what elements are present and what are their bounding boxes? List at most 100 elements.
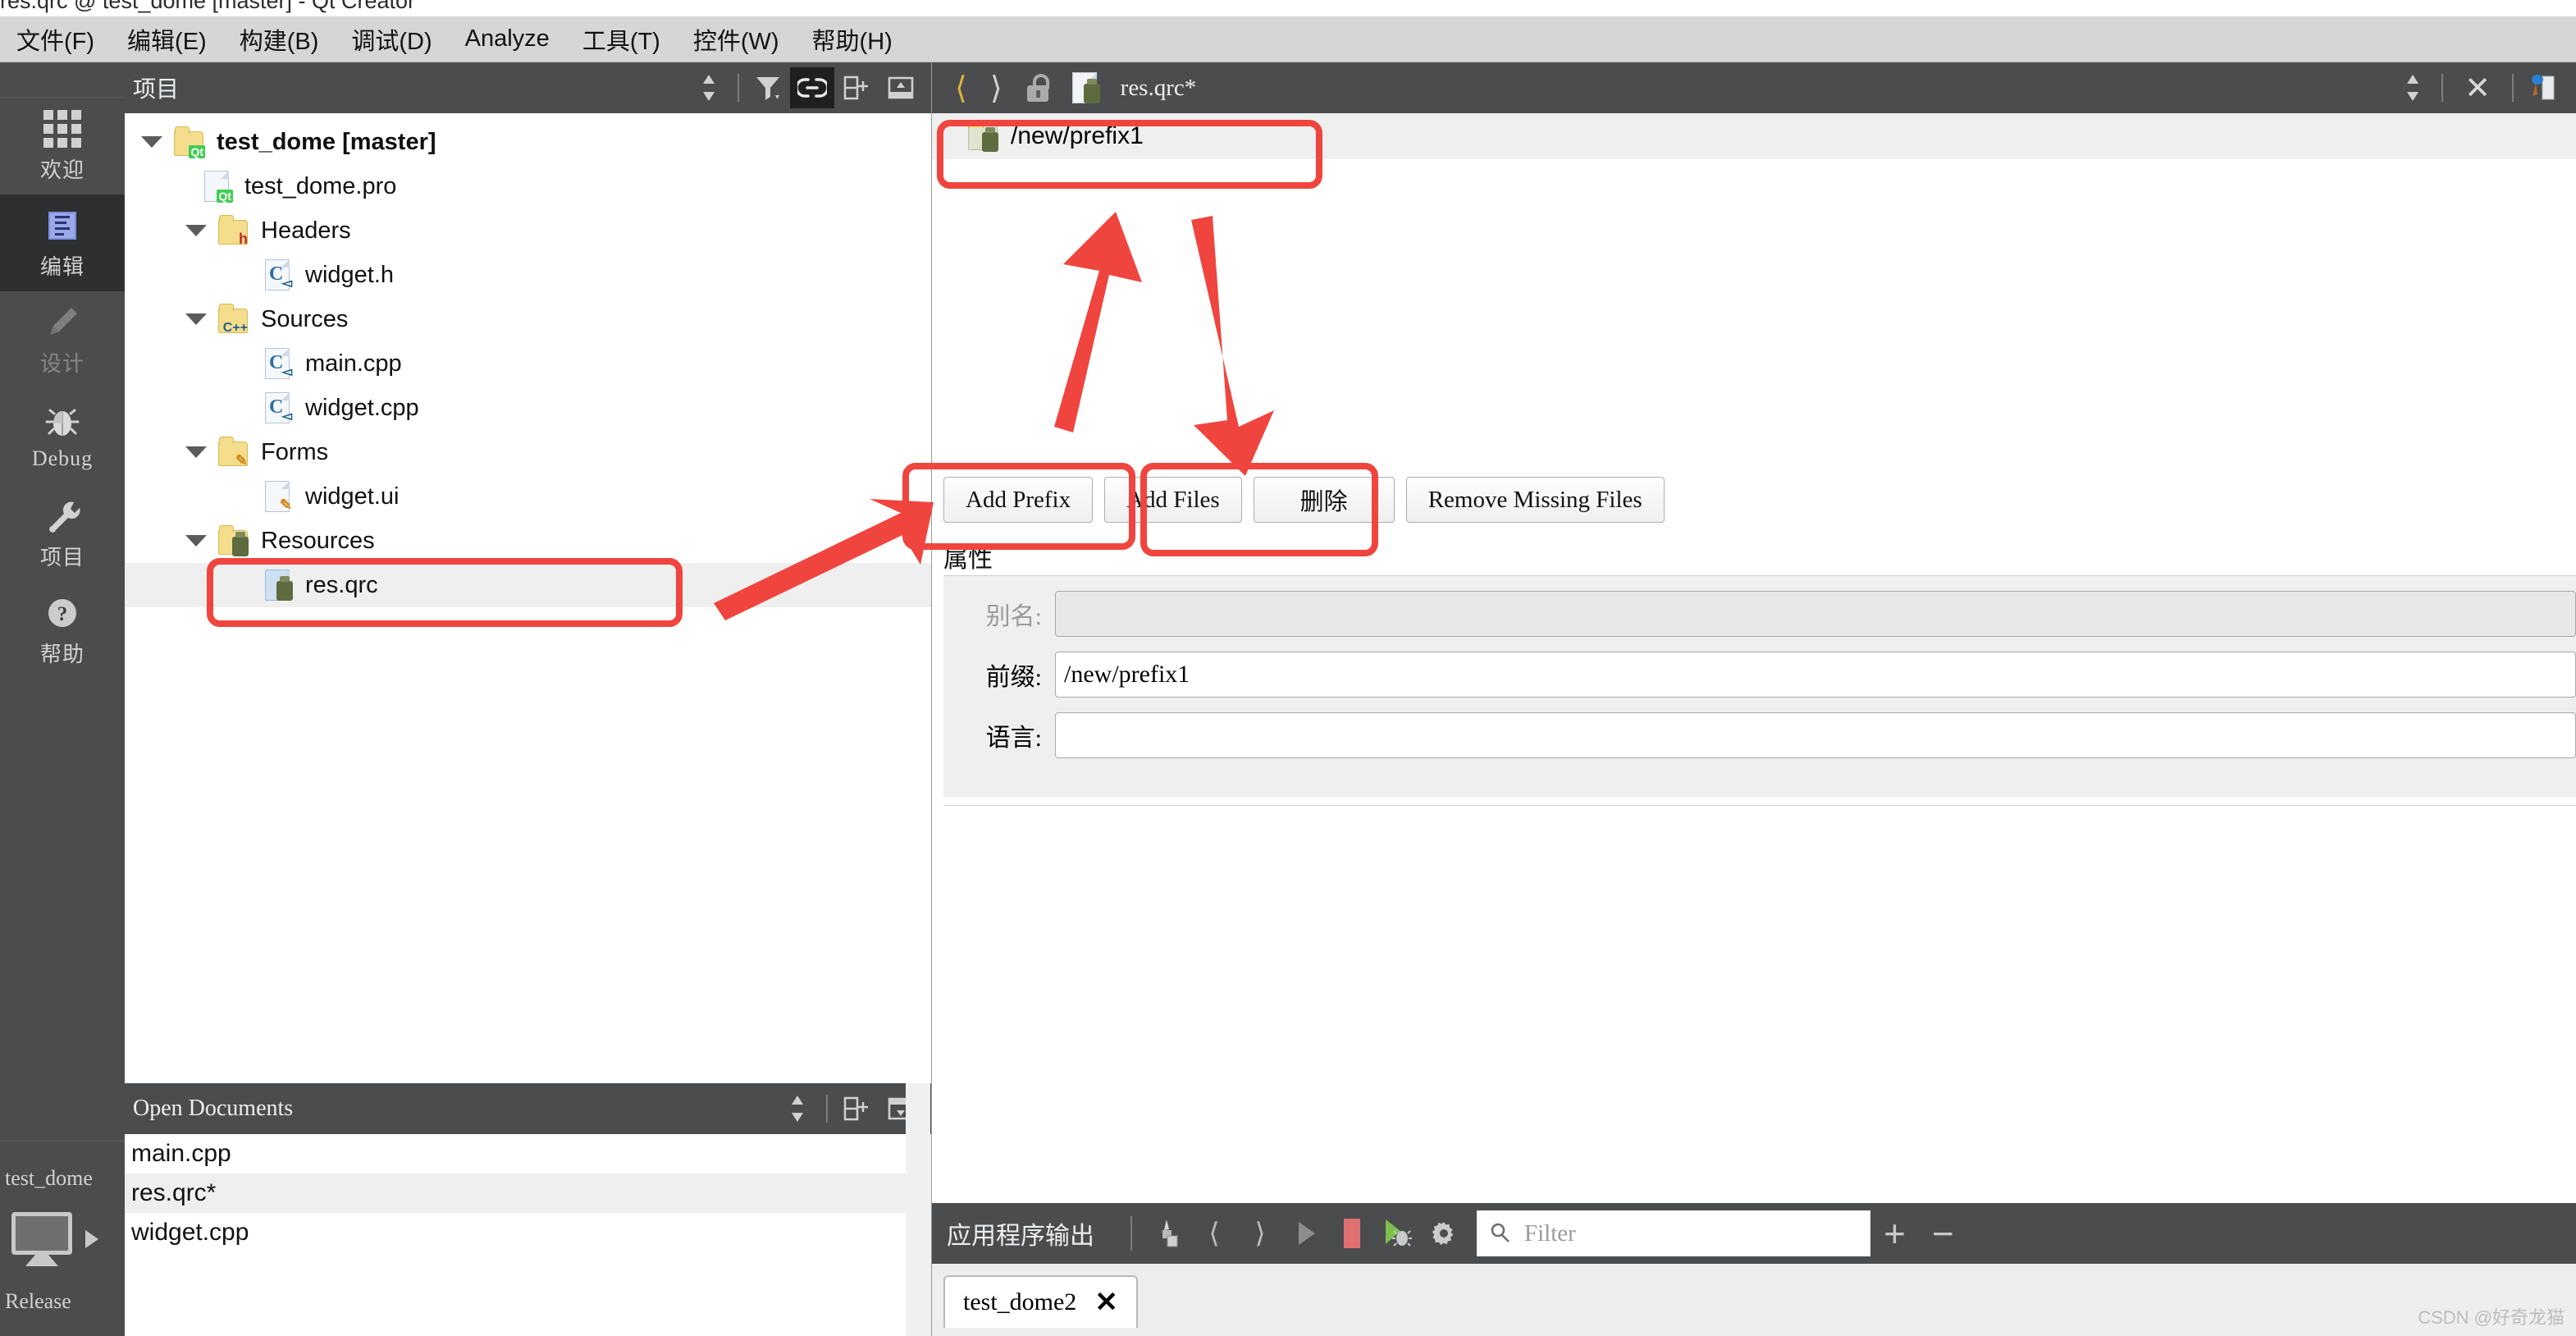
stop-icon[interactable] <box>1329 1210 1375 1256</box>
editor-filename[interactable]: res.qrc* <box>1121 75 1197 102</box>
delete-button[interactable]: 删除 <box>1253 477 1395 523</box>
zoom-in-button[interactable]: + <box>1870 1215 1919 1252</box>
project-panel-header: 项目 <box>125 62 931 113</box>
chevron-right-icon[interactable]: ⟩ <box>979 70 1014 107</box>
output-pane-title: 应用程序输出 <box>947 1223 1094 1250</box>
list-item[interactable]: main.cpp <box>125 1134 931 1174</box>
tree-item-label: test_dome [master] <box>217 128 436 155</box>
close-icon[interactable]: ✕ <box>1094 1286 1118 1319</box>
tree-row[interactable]: C ◅ widget.h <box>125 253 931 297</box>
prefix-input[interactable]: /new/prefix1 <box>1055 652 2576 698</box>
menu-edit[interactable]: 编辑(E) <box>111 22 223 57</box>
tree-row[interactable]: C ◅ main.cpp <box>125 341 931 386</box>
minimize-icon[interactable] <box>879 67 923 108</box>
cpp-file-icon: C ◅ <box>263 347 294 380</box>
split-icon[interactable] <box>834 67 879 108</box>
tree-row-res-qrc[interactable]: res.qrc <box>125 563 931 607</box>
tree-item-label: Headers <box>261 217 351 244</box>
debug-run-icon[interactable] <box>1375 1210 1421 1256</box>
question-icon: ? <box>43 593 82 633</box>
tree-row[interactable]: C ◅ widget.cpp <box>125 386 931 430</box>
editor-area: ⟨ ⟩ res.qrc* ✕ /new/prefix1 Add Prefix A… <box>932 62 2576 1203</box>
property-row-language: 语言: <box>943 712 2576 758</box>
clear-output-icon[interactable] <box>1145 1210 1191 1256</box>
chevron-left-icon[interactable]: ⟨ <box>943 70 979 107</box>
add-files-button[interactable]: Add Files <box>1104 477 1242 523</box>
tree-row[interactable]: Resources <box>125 519 931 563</box>
open-document-label: res.qrc* <box>131 1179 217 1206</box>
menu-file[interactable]: 文件(F) <box>0 22 111 57</box>
open-documents-list: main.cpp res.qrc* widget.cpp <box>125 1134 931 1336</box>
add-prefix-button[interactable]: Add Prefix <box>943 477 1094 523</box>
mode-label-help: 帮助 <box>39 642 84 666</box>
sort-updown-icon[interactable] <box>687 67 731 108</box>
tree-row[interactable]: Qt test_dome.pro <box>125 164 931 208</box>
language-input[interactable] <box>1055 712 2576 758</box>
tree-item-label: test_dome.pro <box>244 172 397 199</box>
kit-selector[interactable]: test_dome Release <box>0 1141 125 1336</box>
tree-item-label: widget.cpp <box>305 394 419 421</box>
next-item-icon[interactable]: ⟩ <box>1237 1210 1283 1256</box>
tree-item-label: Forms <box>261 438 329 465</box>
mode-item-welcome[interactable]: 欢迎 <box>0 98 125 194</box>
unlock-icon[interactable] <box>1026 74 1052 102</box>
tree-row[interactable]: ✎ widget.ui <box>125 474 931 519</box>
tree-item-label: main.cpp <box>305 350 402 377</box>
list-item[interactable]: widget.cpp <box>125 1213 931 1252</box>
tree-row[interactable]: ✎ Forms <box>125 430 931 474</box>
mode-item-help[interactable]: ? 帮助 <box>0 582 125 679</box>
chevron-down-icon[interactable] <box>185 535 207 547</box>
chevron-down-icon[interactable] <box>185 446 207 458</box>
c-file-icon: C ◅ <box>263 259 294 291</box>
open-document-label: main.cpp <box>131 1140 231 1167</box>
panel-scroll-spacer <box>906 1083 930 1336</box>
mode-item-projects[interactable]: 项目 <box>0 485 125 582</box>
prefix-label: 前缀: <box>985 664 1042 691</box>
menu-help[interactable]: 帮助(H) <box>796 22 909 57</box>
language-label: 语言: <box>985 725 1042 752</box>
mode-item-edit[interactable]: 编辑 <box>0 194 125 291</box>
list-item[interactable]: res.qrc* <box>125 1174 931 1213</box>
menu-debug[interactable]: 调试(D) <box>335 22 448 57</box>
play-arrow-icon[interactable] <box>85 1230 98 1248</box>
menu-tools[interactable]: 工具(T) <box>566 22 677 57</box>
project-tree: Qt test_dome [master] Qt test_dome.pro h… <box>125 113 931 607</box>
mode-item-design[interactable]: 设计 <box>0 291 125 388</box>
tree-row[interactable]: h Headers <box>125 208 931 253</box>
chevron-down-icon[interactable] <box>185 225 207 236</box>
menu-analyze[interactable]: Analyze <box>449 25 566 53</box>
filter-input[interactable]: Filter <box>1477 1210 1870 1256</box>
project-panel-title: 项目 <box>133 77 180 103</box>
open-documents-title: Open Documents <box>133 1096 294 1121</box>
zoom-out-button[interactable]: − <box>1919 1215 1967 1252</box>
resource-prefix-row[interactable]: /new/prefix1 <box>932 113 2576 159</box>
close-icon[interactable]: ✕ <box>2450 70 2505 107</box>
mode-label-welcome: 欢迎 <box>39 158 84 182</box>
output-tab-test-dome2[interactable]: test_dome2 ✕ <box>943 1275 1138 1328</box>
divider <box>826 1095 828 1123</box>
ui-folder-icon: ✎ <box>218 436 249 469</box>
menu-widgets[interactable]: 控件(W) <box>677 22 796 57</box>
link-icon[interactable] <box>790 67 834 108</box>
editor-toolbar: ⟨ ⟩ res.qrc* ✕ <box>932 62 2576 113</box>
tree-row[interactable]: C++ Sources <box>125 297 931 341</box>
editor-split-icon[interactable] <box>2520 67 2565 108</box>
sort-updown-icon[interactable] <box>775 1088 820 1129</box>
prev-item-icon[interactable]: ⟨ <box>1191 1210 1237 1256</box>
run-icon[interactable] <box>1283 1210 1329 1256</box>
window-titlebar: res.qrc @ test_dome [master] - Qt Creato… <box>0 0 2576 16</box>
mode-label-edit: 编辑 <box>39 254 84 279</box>
resource-prefix-label: /new/prefix1 <box>1011 122 1144 149</box>
settings-gear-icon[interactable] <box>1421 1210 1467 1256</box>
chevron-down-icon[interactable] <box>141 136 162 148</box>
alias-input[interactable] <box>1055 591 2576 637</box>
remove-missing-files-button[interactable]: Remove Missing Files <box>1405 477 1665 523</box>
tree-row[interactable]: Qt test_dome [master] <box>125 120 931 164</box>
mode-item-debug[interactable]: Debug <box>0 388 125 485</box>
property-row-prefix: 前缀: /new/prefix1 <box>943 652 2576 698</box>
split-icon[interactable] <box>834 1088 879 1129</box>
menu-build[interactable]: 构建(B) <box>223 22 336 57</box>
filter-icon[interactable] <box>746 67 790 108</box>
sort-updown-icon[interactable] <box>2391 67 2435 108</box>
chevron-down-icon[interactable] <box>185 313 207 325</box>
